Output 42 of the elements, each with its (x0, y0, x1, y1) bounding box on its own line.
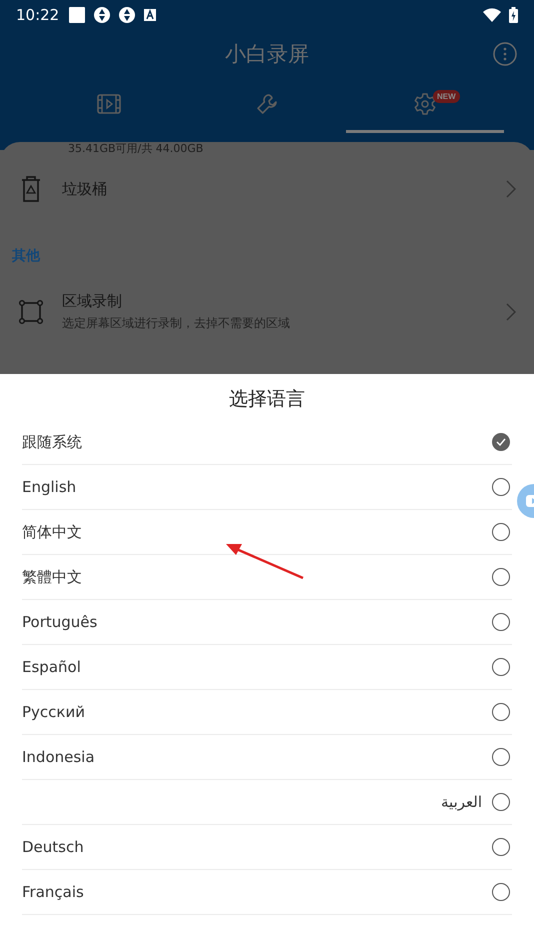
language-option[interactable]: Deutsch (22, 838, 482, 856)
radio-button[interactable] (492, 838, 510, 856)
radio-button[interactable] (492, 703, 510, 721)
status-time: 10:22 (16, 6, 60, 24)
check-icon (496, 438, 506, 446)
wifi-icon (483, 8, 501, 22)
language-option[interactable]: العربية (22, 793, 482, 811)
battery-charging-icon (509, 7, 518, 23)
language-option[interactable]: 繁體中文 (22, 568, 482, 586)
radio-button[interactable] (492, 658, 510, 676)
app-title: 小白录屏 (225, 41, 309, 68)
video-icon (97, 94, 121, 114)
aperture-icon (94, 7, 110, 23)
radio-button[interactable] (492, 793, 510, 811)
storage-text: 35.41GB可用/共 44.00GB (67, 143, 204, 155)
radio-button[interactable] (492, 523, 510, 541)
radio-button[interactable] (492, 568, 510, 586)
dialog-title: 选择语言 (228, 387, 306, 412)
aperture-icon (119, 7, 136, 23)
radio-button[interactable] (492, 433, 510, 451)
more-options-icon[interactable] (493, 42, 517, 66)
new-badge: NEW (433, 90, 460, 103)
language-option[interactable]: Português (22, 613, 482, 631)
language-option[interactable]: Español (22, 658, 482, 676)
radio-button[interactable] (492, 748, 510, 766)
language-option[interactable]: English (22, 478, 482, 496)
radio-button[interactable] (492, 883, 510, 901)
chevron-right-icon (506, 180, 516, 198)
radio-button[interactable] (492, 613, 510, 631)
language-option[interactable]: Indonesia (22, 748, 482, 766)
settings-icon (413, 92, 437, 116)
language-option[interactable]: 简体中文 (22, 522, 482, 542)
language-option[interactable]: 跟随系统 (22, 432, 482, 452)
section-header: 其他 (11, 247, 42, 266)
crop-frame-icon (18, 299, 44, 325)
radio-button[interactable] (492, 478, 510, 496)
square-icon (69, 7, 86, 23)
chevron-right-icon (506, 303, 516, 321)
wrench-icon (255, 92, 279, 116)
keyboard-letter-icon (144, 9, 156, 21)
language-option[interactable]: Français (22, 883, 482, 901)
language-option[interactable]: Русский (22, 703, 482, 721)
